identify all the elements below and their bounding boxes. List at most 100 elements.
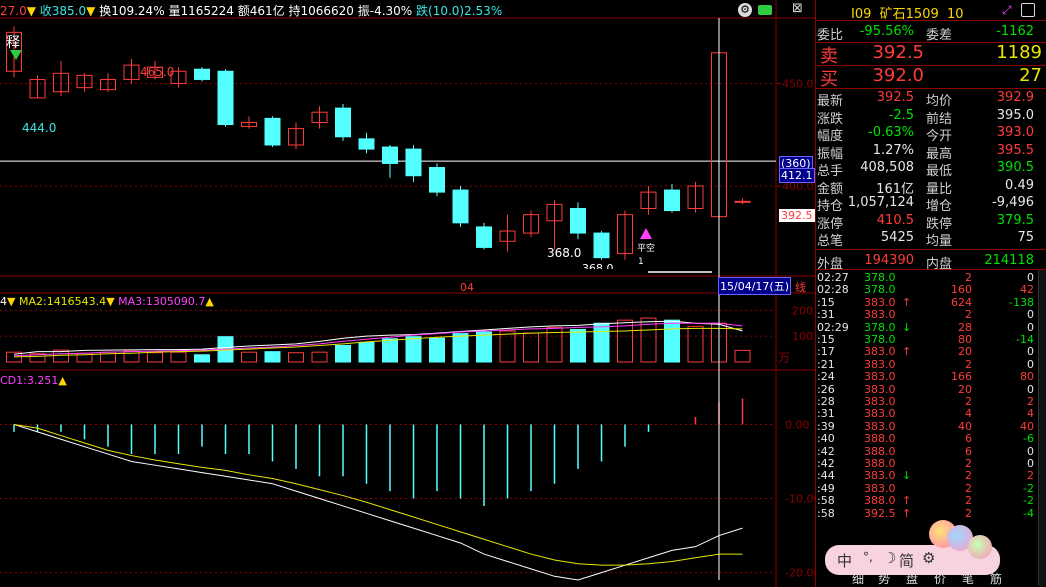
volume-bar — [593, 322, 610, 363]
tick-qty: 4 — [965, 407, 972, 421]
tick-price: 383.0 — [864, 419, 896, 433]
tick-row[interactable]: :24 383.0 166 80 — [816, 370, 1046, 384]
tick-row[interactable]: :28 383.0 2 2 — [816, 395, 1046, 408]
tick-row[interactable]: :17 383.0 ↑ 20 0 — [816, 345, 1046, 359]
info-close: 收385.0 — [39, 4, 87, 18]
stat-label: 持仓 — [817, 199, 844, 214]
stats-row: 持仓 1,057,124 增仓 -9,496 — [816, 195, 1046, 214]
tick-row[interactable]: :58 388.0 ↑ 2 -2 — [816, 494, 1046, 508]
tick-time: :49 — [817, 481, 835, 495]
pin-icon[interactable]: ⤢ — [1002, 3, 1012, 18]
info-amount: 额461亿 — [237, 4, 285, 18]
macd-tick-label: -20.00 — [785, 567, 815, 580]
tick-row[interactable]: :15 383.0 ↑ 624 -138 — [816, 295, 1046, 309]
divider — [816, 88, 1046, 89]
tick-row[interactable]: :44 383.0 ↓ 2 2 — [816, 469, 1046, 483]
candle-body — [593, 232, 610, 259]
buy-price: 392.0 — [872, 65, 924, 86]
sell-row[interactable]: 卖 392.5 1189 — [816, 42, 1046, 67]
tick-arrow-icon: ↑ — [902, 494, 912, 508]
tick-price: 383.0 — [864, 469, 896, 483]
tick-qty: 166 — [951, 370, 972, 384]
stats-row: 最新 392.5 均价 392.9 — [816, 90, 1046, 109]
stat-value: 392.5 — [876, 90, 914, 105]
candle-body — [217, 70, 234, 126]
tick-qty: 28 — [958, 320, 972, 334]
candle-body — [382, 146, 398, 164]
ime-punct[interactable]: °, — [863, 550, 873, 564]
tick-arrow-icon: ↓ — [902, 469, 912, 483]
stat-label: 涨跌 — [817, 111, 844, 127]
close-icon[interactable]: ⊠ — [792, 1, 803, 16]
stat-value: 379.5 — [996, 212, 1034, 228]
ime-moon-icon[interactable]: ☽ — [883, 549, 896, 567]
ime-lang[interactable]: 中 — [837, 550, 852, 571]
info-prefix: 27.0 — [0, 4, 27, 18]
inner-value: 214118 — [984, 253, 1034, 268]
macd-header: CD1:3.251▲ — [0, 374, 67, 387]
tick-time: :31 — [817, 308, 835, 322]
volume-bar — [194, 354, 210, 363]
last-price-tag: 392.5 — [779, 209, 815, 222]
buy-signal-arrow-icon — [10, 50, 22, 60]
stat-label: 最新 — [817, 94, 844, 109]
tick-qty: 20 — [958, 345, 972, 359]
stat-value: 390.5 — [996, 160, 1034, 175]
info-volume: 量1165224 — [168, 4, 234, 18]
buy-row[interactable]: 买 392.0 27 — [816, 65, 1046, 90]
kline-chart-svg[interactable]: 450.0400.0200100万0.00-10.00-20.00 — [0, 0, 815, 587]
tick-row[interactable]: :49 383.0 2 -2 — [816, 481, 1046, 495]
tick-row[interactable]: :26 383.0 20 0 — [816, 383, 1046, 396]
tick-scrollbar[interactable] — [1038, 270, 1046, 586]
candle-body — [335, 107, 351, 138]
tick-price: 383.0 — [864, 308, 896, 322]
tick-time: :31 — [817, 407, 835, 421]
window-icon[interactable] — [1021, 3, 1035, 17]
tick-row[interactable]: :42 388.0 2 0 — [816, 457, 1046, 470]
tick-delta: 0 — [1027, 271, 1034, 284]
vol-ma1-mark: ▼ — [7, 295, 16, 308]
stat-value: 1.27% — [872, 142, 914, 158]
stats-row: 金额 161亿 量比 0.49 — [816, 178, 1046, 197]
period-label: 线 — [795, 281, 806, 294]
volume-bar — [476, 331, 492, 363]
tick-row[interactable]: :15 378.0 80 -14 — [816, 333, 1046, 346]
tick-row[interactable]: :58 392.5 ↑ 2 -4 — [816, 507, 1046, 520]
tick-time: 02:27 — [817, 271, 849, 284]
marker-triangle-icon — [640, 228, 652, 239]
stat-label: 幅度 — [817, 129, 844, 144]
stat-value: -9,496 — [992, 195, 1034, 210]
toolbar-icon[interactable] — [758, 5, 772, 15]
tick-row[interactable]: :39 383.0 40 40 — [816, 419, 1046, 433]
tick-delta: 80 — [1020, 370, 1034, 384]
tick-qty: 624 — [951, 295, 972, 309]
tick-time: :39 — [817, 419, 835, 433]
buy-qty: 27 — [1019, 65, 1042, 86]
stat-value: 395.5 — [996, 142, 1034, 158]
tick-qty: 2 — [965, 494, 972, 508]
tick-price: 383.0 — [864, 395, 896, 408]
volume-bar — [358, 341, 375, 363]
tick-row[interactable]: 02:29 378.0 ↓ 28 0 — [816, 320, 1046, 334]
tick-row[interactable]: :31 383.0 2 0 — [816, 308, 1046, 322]
ime-toolbar[interactable]: 中 °, ☽ 简 ⚙ — [825, 520, 1000, 575]
ime-gear-icon[interactable]: ⚙ — [922, 549, 935, 567]
tick-row[interactable]: 02:27 378.0 2 0 — [816, 271, 1046, 284]
info-change: 跌(10.0)2.53% — [416, 4, 503, 18]
tick-row[interactable]: :31 383.0 4 4 — [816, 407, 1046, 421]
tick-row[interactable]: 02:28 378.0 160 42 — [816, 283, 1046, 296]
tick-row[interactable]: :21 383.0 2 0 — [816, 357, 1046, 371]
candle-body — [429, 167, 445, 193]
tick-delta: 0 — [1027, 357, 1034, 371]
settings-icon[interactable]: ⚙ — [738, 3, 752, 17]
tick-price: 383.0 — [864, 407, 896, 421]
ime-mode[interactable]: 简 — [899, 550, 914, 571]
stat-label: 总笔 — [817, 234, 844, 249]
volume-bar — [499, 330, 516, 363]
tick-row[interactable]: :42 388.0 6 0 — [816, 445, 1046, 458]
kline-chart-area[interactable]: 450.0400.0200100万0.00-10.00-20.00 27.0▼ … — [0, 0, 815, 587]
tick-row[interactable]: :40 388.0 6 -6 — [816, 432, 1046, 445]
stat-value: 408,508 — [860, 160, 914, 175]
volume-tick-label: 100 — [792, 330, 813, 343]
tick-delta: 0 — [1027, 320, 1034, 334]
